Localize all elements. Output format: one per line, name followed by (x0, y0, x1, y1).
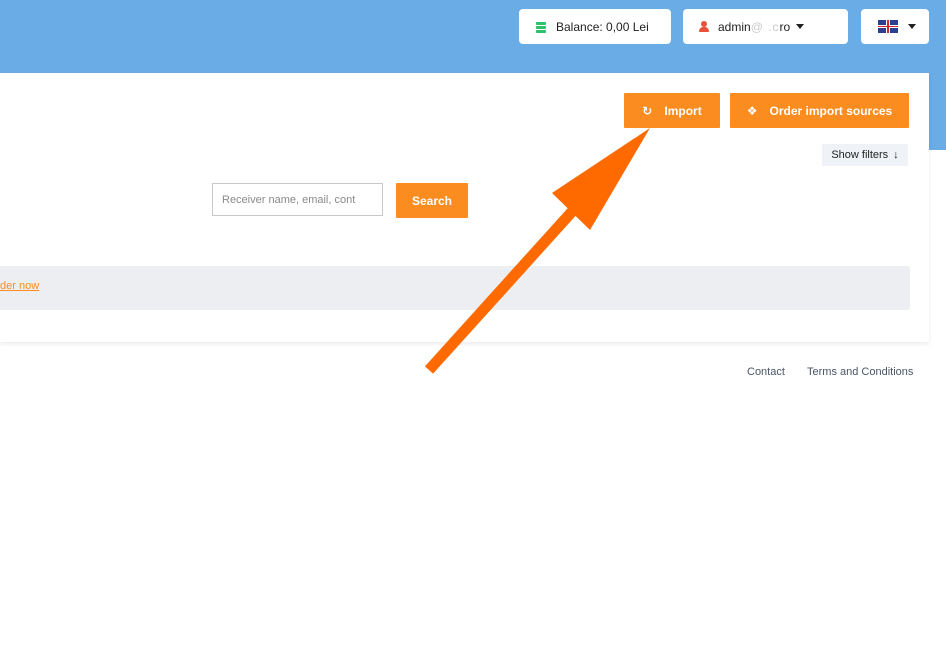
order-import-sources-label: Order import sources (769, 103, 893, 118)
uk-flag-icon (878, 20, 898, 33)
balance-pill[interactable]: Balance: 0,00 Lei (519, 9, 671, 44)
search-button-label: Search (411, 193, 453, 208)
account-dropdown[interactable]: admin @ .c ro (683, 9, 848, 44)
user-icon (699, 21, 709, 32)
chevron-down-icon (796, 24, 805, 29)
cubes-icon: ❖ (746, 103, 758, 118)
language-dropdown[interactable] (861, 9, 929, 44)
import-button[interactable]: ↻ Import (624, 93, 720, 128)
footer-contact-link[interactable]: Contact (747, 366, 785, 378)
footer-terms-link[interactable]: Terms and Conditions (807, 366, 913, 378)
import-button-label: Import (664, 103, 702, 118)
arrow-down-icon: ↓ (893, 149, 899, 161)
account-email-visible: admin (718, 19, 751, 34)
account-email-suffix: ro (779, 19, 791, 34)
search-button[interactable]: Search (396, 183, 468, 218)
chevron-down-icon (908, 24, 916, 29)
order-import-sources-button[interactable]: ❖ Order import sources (730, 93, 909, 128)
order-now-link[interactable]: der now (0, 280, 39, 292)
account-email-obscured: @ .c (750, 19, 780, 34)
balance-label: Balance: 0,00 Lei (556, 19, 649, 34)
show-filters-label: Show filters (831, 149, 889, 161)
notice-banner: der now (0, 266, 910, 310)
show-filters-button[interactable]: Show filters ↓ (822, 144, 908, 166)
search-input[interactable] (212, 183, 383, 216)
main-card: ↻ Import ❖ Order import sources Show fil… (0, 73, 929, 342)
money-stack-icon (535, 21, 547, 33)
sync-icon: ↻ (642, 103, 653, 118)
